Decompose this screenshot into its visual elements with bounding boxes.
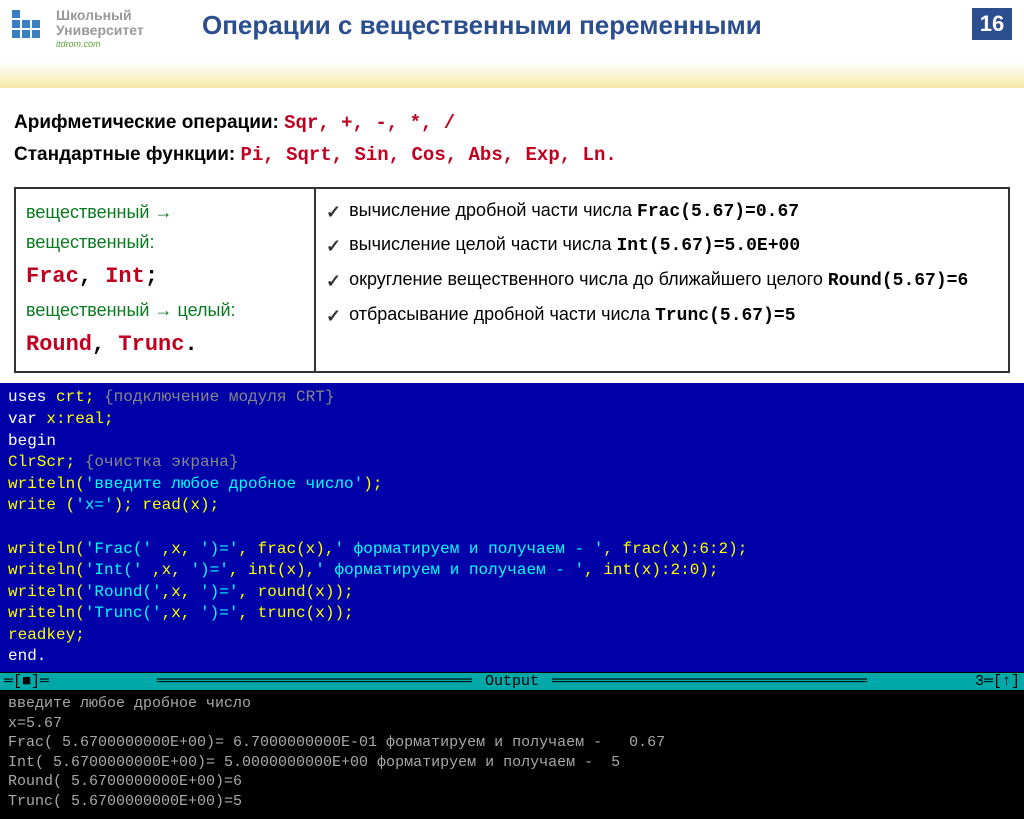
sep: . bbox=[184, 332, 197, 357]
check-icon: ✓ bbox=[326, 197, 341, 228]
std-funcs-list: Pi, Sqrt, Sin, Cos, Abs, Exp, Ln. bbox=[240, 144, 616, 166]
code: ,x, bbox=[162, 583, 200, 601]
item-text: вычисление дробной части числа bbox=[349, 200, 637, 220]
sep: , bbox=[92, 332, 118, 357]
logo-text-line1: Школьный bbox=[56, 8, 144, 23]
code: ); read(x); bbox=[114, 496, 220, 514]
code: writeln( bbox=[8, 475, 85, 493]
functions-table: вещественный → вещественный: Frac, Int; … bbox=[14, 187, 1010, 374]
comment: {подключение модуля CRT} bbox=[104, 388, 334, 406]
code: writeln( bbox=[8, 583, 85, 601]
string: ')=' bbox=[200, 540, 238, 558]
table-right-column: ✓ вычисление дробной части числа Frac(5.6… bbox=[316, 189, 1008, 372]
item-code: Int(5.67)=5.0E+00 bbox=[616, 236, 800, 256]
output-label: Output bbox=[472, 673, 552, 690]
terminal-output: введите любое дробное число x=5.67 Frac(… bbox=[0, 690, 1024, 819]
item-text: отбрасывание дробной части числа bbox=[349, 304, 655, 324]
item-code: Frac(5.67)=0.67 bbox=[637, 202, 799, 222]
output-marks: 3═[↑] bbox=[975, 673, 1020, 690]
keyword: end. bbox=[8, 647, 46, 665]
item-code: Round(5.67)=6 bbox=[828, 271, 968, 291]
label-arith-ops: Арифметические операции: bbox=[14, 112, 284, 133]
code: writeln( bbox=[8, 561, 85, 579]
keyword: uses bbox=[8, 388, 46, 406]
arith-ops-list: Sqr, +, -, *, / bbox=[284, 112, 455, 134]
slide-header: Школьный Университет itdrom.com Операции… bbox=[0, 0, 1024, 88]
comment: {очистка экрана} bbox=[85, 453, 239, 471]
code: x:real; bbox=[37, 410, 114, 428]
code: writeln( bbox=[8, 604, 85, 622]
string: ')=' bbox=[200, 583, 238, 601]
item-text: округление вещественного числа до ближай… bbox=[349, 269, 828, 289]
code: , round(x)); bbox=[238, 583, 353, 601]
output-separator: ═[■]═ ══════════════════════════════════… bbox=[0, 672, 1024, 690]
string: ')=' bbox=[200, 604, 238, 622]
code: , frac(x):6:2); bbox=[603, 540, 747, 558]
func-round: Round bbox=[26, 332, 92, 357]
string: 'Trunc(' bbox=[85, 604, 162, 622]
page-number: 16 bbox=[972, 8, 1012, 40]
item-text: вычисление целой части числа bbox=[349, 234, 616, 254]
string: 'x=' bbox=[75, 496, 113, 514]
sep: ; bbox=[145, 264, 158, 289]
string: 'введите любое дробное число' bbox=[85, 475, 363, 493]
list-item: ✓ отбрасывание дробной части числа Trunc(… bbox=[326, 299, 998, 332]
real-to-real-label: вещественный → вещественный: bbox=[26, 197, 304, 258]
code-editor: uses crt; {подключение модуля CRT} var x… bbox=[0, 383, 1024, 672]
logo-subtitle: itdrom.com bbox=[56, 39, 144, 49]
code: , frac(x), bbox=[238, 540, 334, 558]
page-title: Операции с вещественными переменными bbox=[202, 8, 972, 41]
list-item: ✓ вычисление целой части числа Int(5.67)=… bbox=[326, 229, 998, 262]
check-icon: ✓ bbox=[326, 231, 341, 262]
bracket-icon: ═[■]═ bbox=[4, 673, 49, 690]
intro-section: Арифметические операции: Sqr, +, -, *, /… bbox=[0, 88, 1024, 187]
real-to-int-label: вещественный → целый: bbox=[26, 295, 304, 326]
code: ,x, bbox=[152, 540, 200, 558]
func-frac: Frac bbox=[26, 264, 79, 289]
sep: , bbox=[79, 264, 105, 289]
list-item: ✓ вычисление дробной части числа Frac(5.6… bbox=[326, 195, 998, 228]
check-icon: ✓ bbox=[326, 301, 341, 332]
table-left-column: вещественный → вещественный: Frac, Int; … bbox=[16, 189, 316, 372]
label-std-funcs: Стандартные функции: bbox=[14, 144, 240, 165]
logo: Школьный Университет itdrom.com bbox=[12, 8, 202, 49]
code: writeln( bbox=[8, 540, 85, 558]
code: ); bbox=[363, 475, 382, 493]
code: crt; bbox=[46, 388, 104, 406]
func-int: Int bbox=[105, 264, 145, 289]
keyword: var bbox=[8, 410, 37, 428]
check-icon: ✓ bbox=[326, 266, 341, 297]
string: ')=' bbox=[190, 561, 228, 579]
logo-icon bbox=[12, 10, 48, 46]
code: , int(x):2:0); bbox=[584, 561, 718, 579]
string: ' форматируем и получаем - ' bbox=[315, 561, 584, 579]
code: ClrScr; bbox=[8, 453, 85, 471]
list-item: ✓ округление вещественного числа до ближа… bbox=[326, 264, 998, 297]
code: , int(x), bbox=[229, 561, 315, 579]
code: ,x, bbox=[162, 604, 200, 622]
item-code: Trunc(5.67)=5 bbox=[655, 306, 795, 326]
string: 'Frac(' bbox=[85, 540, 152, 558]
keyword: begin bbox=[8, 432, 56, 450]
string: 'Int(' bbox=[85, 561, 143, 579]
code: ,x, bbox=[142, 561, 190, 579]
logo-text-line2: Университет bbox=[56, 23, 144, 38]
string: ' форматируем и получаем - ' bbox=[334, 540, 603, 558]
string: 'Round(' bbox=[85, 583, 162, 601]
func-trunc: Trunc bbox=[118, 332, 184, 357]
code: , trunc(x)); bbox=[238, 604, 353, 622]
code: write ( bbox=[8, 496, 75, 514]
code: readkey; bbox=[8, 626, 85, 644]
